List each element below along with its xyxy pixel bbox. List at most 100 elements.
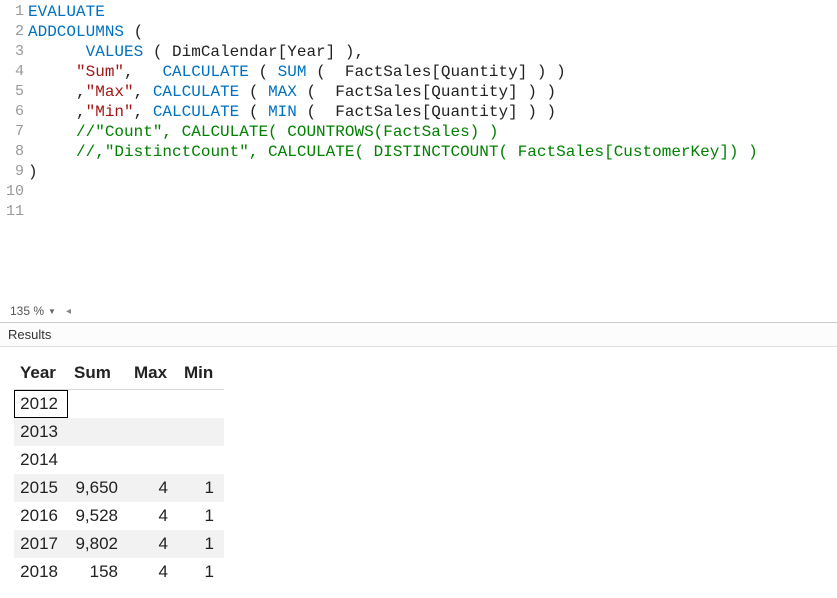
table-row[interactable]: 201815841: [14, 558, 224, 586]
line-number: 6: [0, 102, 28, 122]
dax-editor[interactable]: 1234567891011 EVALUATEADDCOLUMNS ( VALUE…: [0, 0, 837, 300]
cell-max[interactable]: [128, 390, 178, 419]
cell-min[interactable]: [178, 446, 224, 474]
cell-sum[interactable]: [68, 446, 128, 474]
code-token: ( FactSales[Quantity] ) ): [306, 63, 565, 81]
cell-sum[interactable]: 9,802: [68, 530, 128, 558]
line-number: 8: [0, 142, 28, 162]
code-token: VALUES: [86, 43, 144, 61]
cell-max[interactable]: 4: [128, 502, 178, 530]
code-token: (: [239, 103, 268, 121]
code-area[interactable]: EVALUATEADDCOLUMNS ( VALUES ( DimCalenda…: [28, 0, 837, 300]
cell-min[interactable]: 1: [178, 530, 224, 558]
line-number: 10: [0, 182, 28, 202]
code-token: (: [124, 23, 143, 41]
code-token: "Sum": [76, 63, 124, 81]
code-token: (: [249, 63, 278, 81]
scroll-left-icon[interactable]: ◂: [66, 306, 71, 317]
cell-year[interactable]: 2012: [14, 390, 68, 419]
cell-max[interactable]: [128, 418, 178, 446]
cell-year[interactable]: 2015: [14, 474, 68, 502]
code-token: ,: [28, 103, 86, 121]
code-line[interactable]: ,"Max", CALCULATE ( MAX ( FactSales[Quan…: [28, 82, 837, 102]
line-number: 1: [0, 2, 28, 22]
code-token: ,: [134, 103, 153, 121]
code-line[interactable]: ): [28, 162, 837, 182]
cell-max[interactable]: 4: [128, 474, 178, 502]
code-token: [28, 123, 76, 141]
column-header-min[interactable]: Min: [178, 357, 224, 390]
cell-max[interactable]: 4: [128, 530, 178, 558]
code-token: "Min": [86, 103, 134, 121]
line-number: 3: [0, 42, 28, 62]
table-row[interactable]: 20169,52841: [14, 502, 224, 530]
cell-year[interactable]: 2017: [14, 530, 68, 558]
code-token: EVALUATE: [28, 3, 105, 21]
line-number: 5: [0, 82, 28, 102]
line-number: 4: [0, 62, 28, 82]
code-token: MAX: [268, 83, 297, 101]
code-line[interactable]: VALUES ( DimCalendar[Year] ),: [28, 42, 837, 62]
cell-year[interactable]: 2018: [14, 558, 68, 586]
cell-sum[interactable]: [68, 418, 128, 446]
cell-max[interactable]: [128, 446, 178, 474]
cell-min[interactable]: 1: [178, 502, 224, 530]
table-row[interactable]: 2014: [14, 446, 224, 474]
code-line[interactable]: ADDCOLUMNS (: [28, 22, 837, 42]
code-token: //"Count", CALCULATE( COUNTROWS(FactSale…: [76, 123, 498, 141]
cell-sum[interactable]: [68, 390, 128, 419]
code-line[interactable]: EVALUATE: [28, 2, 837, 22]
cell-year[interactable]: 2016: [14, 502, 68, 530]
table-row[interactable]: 20179,80241: [14, 530, 224, 558]
code-line[interactable]: [28, 202, 837, 222]
code-token: CALCULATE: [153, 103, 239, 121]
line-number: 7: [0, 122, 28, 142]
cell-sum[interactable]: 158: [68, 558, 128, 586]
table-row[interactable]: 20159,65041: [14, 474, 224, 502]
code-token: "Max": [86, 83, 134, 101]
code-token: (: [239, 83, 268, 101]
table-row[interactable]: 2012: [14, 390, 224, 419]
code-token: CALCULATE: [162, 63, 248, 81]
cell-min[interactable]: [178, 390, 224, 419]
column-header-year[interactable]: Year: [14, 357, 68, 390]
cell-min[interactable]: 1: [178, 558, 224, 586]
results-panel-header: Results: [0, 323, 837, 347]
cell-min[interactable]: [178, 418, 224, 446]
zoom-dropdown-icon[interactable]: ▼: [48, 307, 56, 316]
code-token: MIN: [268, 103, 297, 121]
code-token: ): [28, 163, 38, 181]
code-line[interactable]: "Sum", CALCULATE ( SUM ( FactSales[Quant…: [28, 62, 837, 82]
code-token: ( FactSales[Quantity] ) ): [297, 103, 556, 121]
cell-min[interactable]: 1: [178, 474, 224, 502]
zoom-level[interactable]: 135 %: [10, 304, 44, 318]
code-token: [28, 63, 76, 81]
code-line[interactable]: [28, 182, 837, 202]
table-row[interactable]: 2013: [14, 418, 224, 446]
code-line[interactable]: //,"DistinctCount", CALCULATE( DISTINCTC…: [28, 142, 837, 162]
line-number: 11: [0, 202, 28, 222]
code-token: ,: [124, 63, 162, 81]
results-header-row: YearSumMaxMin: [14, 357, 224, 390]
code-line[interactable]: //"Count", CALCULATE( COUNTROWS(FactSale…: [28, 122, 837, 142]
column-header-sum[interactable]: Sum: [68, 357, 128, 390]
code-token: CALCULATE: [153, 83, 239, 101]
code-line[interactable]: ,"Min", CALCULATE ( MIN ( FactSales[Quan…: [28, 102, 837, 122]
cell-sum[interactable]: 9,528: [68, 502, 128, 530]
zoom-bar: 135 % ▼ ◂: [0, 300, 837, 323]
code-token: ADDCOLUMNS: [28, 23, 124, 41]
code-token: //,"DistinctCount", CALCULATE( DISTINCTC…: [76, 143, 758, 161]
cell-sum[interactable]: 9,650: [68, 474, 128, 502]
cell-max[interactable]: 4: [128, 558, 178, 586]
code-token: SUM: [278, 63, 307, 81]
line-number-gutter: 1234567891011: [0, 0, 28, 300]
code-token: ,: [134, 83, 153, 101]
line-number: 9: [0, 162, 28, 182]
cell-year[interactable]: 2013: [14, 418, 68, 446]
line-number: 2: [0, 22, 28, 42]
column-header-max[interactable]: Max: [128, 357, 178, 390]
cell-year[interactable]: 2014: [14, 446, 68, 474]
code-token: ( FactSales[Quantity] ) ): [297, 83, 556, 101]
code-token: [28, 43, 86, 61]
results-table[interactable]: YearSumMaxMin 20122013201420159,65041201…: [14, 357, 224, 586]
